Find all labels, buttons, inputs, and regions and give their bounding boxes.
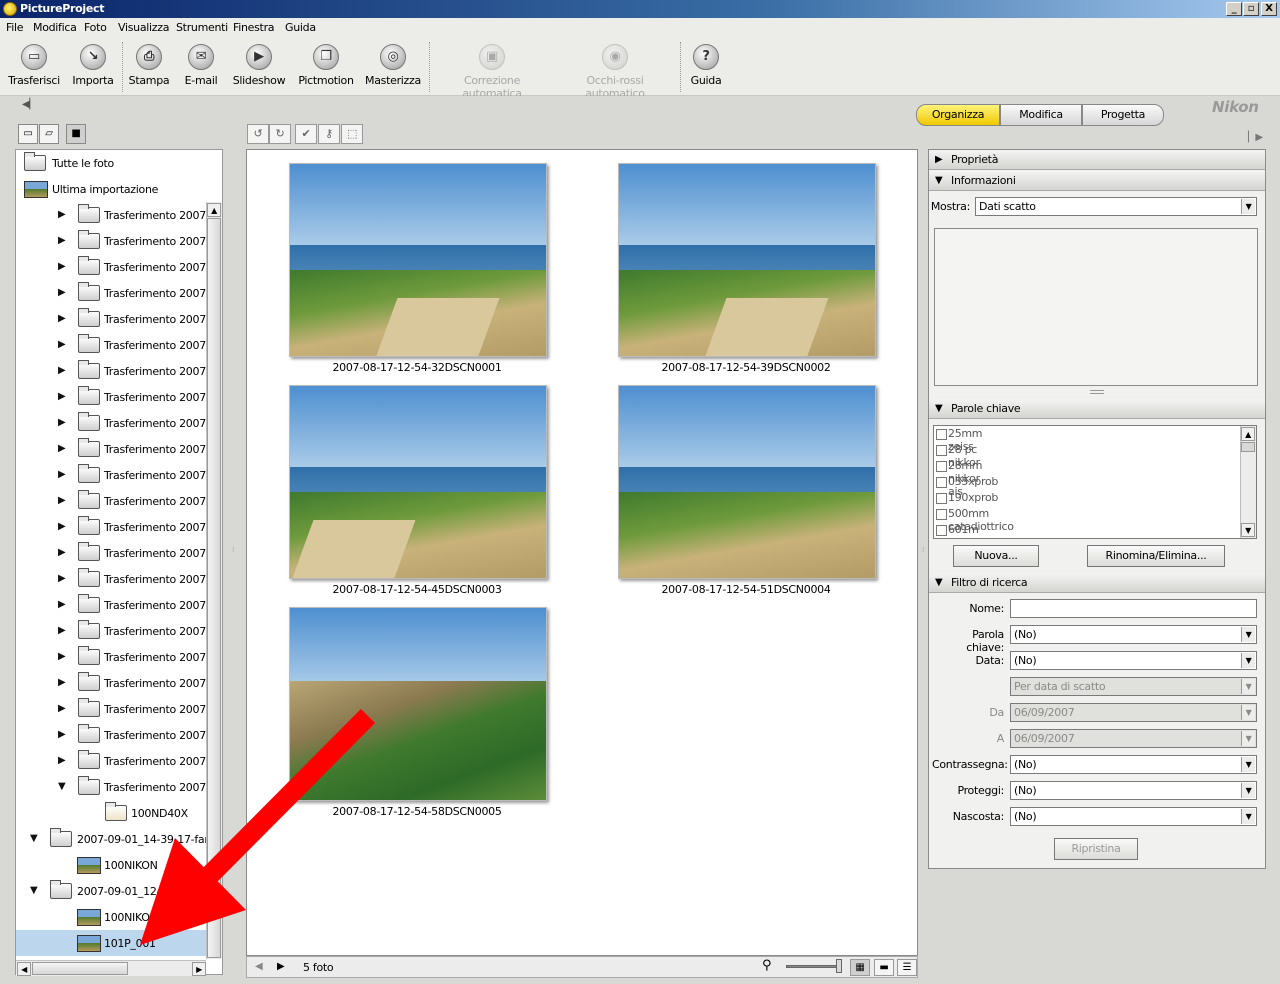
arrow-shaft: [197, 708, 376, 888]
annotation-arrow: [140, 708, 376, 945]
